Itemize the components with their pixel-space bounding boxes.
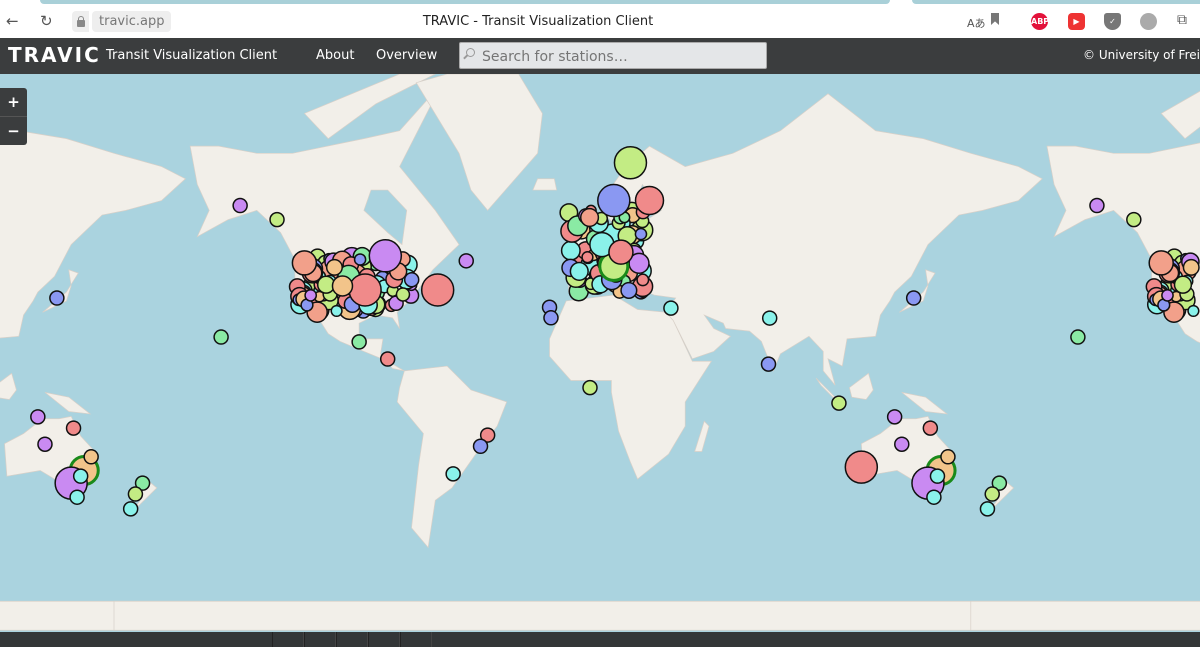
station-search-input[interactable]: [459, 42, 767, 69]
station-marker[interactable]: [127, 486, 144, 502]
station-marker[interactable]: [395, 287, 411, 302]
nav-about[interactable]: About: [316, 48, 354, 63]
station-marker[interactable]: [761, 310, 778, 326]
station-marker[interactable]: [458, 253, 474, 269]
zoom-control: + −: [0, 88, 27, 145]
station-marker[interactable]: [597, 183, 631, 218]
tab[interactable]: [912, 0, 1200, 4]
station-marker[interactable]: [83, 449, 99, 465]
station-marker[interactable]: [30, 409, 46, 425]
station-marker[interactable]: [232, 197, 248, 214]
active-tab[interactable]: [40, 0, 890, 4]
search-icon: [466, 48, 475, 57]
station-marker[interactable]: [368, 239, 403, 273]
station-marker[interactable]: [608, 239, 634, 265]
station-marker[interactable]: [905, 290, 922, 306]
browser-toolbar: ← ↻ travic.app TRAVIC - Transit Visualiz…: [0, 5, 1200, 38]
puzzle-icon[interactable]: ⧉: [1177, 12, 1187, 28]
station-marker[interactable]: [579, 207, 600, 228]
station-marker[interactable]: [760, 356, 777, 372]
station-marker[interactable]: [325, 258, 343, 276]
station-marker[interactable]: [65, 420, 82, 436]
station-marker[interactable]: [379, 351, 396, 367]
station-marker[interactable]: [581, 251, 594, 264]
station-marker[interactable]: [445, 466, 461, 482]
step-back-button[interactable]: [336, 632, 368, 647]
station-marker[interactable]: [979, 501, 996, 517]
world-map[interactable]: [0, 74, 1200, 632]
station-marker[interactable]: [304, 288, 318, 302]
station-marker[interactable]: [634, 227, 648, 241]
station-marker[interactable]: [634, 185, 665, 216]
playback-bar: [0, 632, 1200, 647]
globe-icon[interactable]: [1140, 13, 1157, 30]
play-button[interactable]: [368, 632, 400, 647]
station-marker[interactable]: [613, 145, 648, 180]
zoom-in-button[interactable]: +: [0, 88, 27, 117]
station-marker[interactable]: [122, 501, 139, 517]
translate-icon[interactable]: Aあ: [967, 15, 986, 31]
station-marker[interactable]: [620, 281, 638, 300]
station-marker[interactable]: [929, 468, 946, 484]
brand-logo[interactable]: TRAVIC: [8, 43, 101, 67]
station-marker[interactable]: [291, 250, 318, 276]
station-marker[interactable]: [940, 449, 956, 465]
station-marker[interactable]: [1126, 211, 1142, 228]
station-marker[interactable]: [1182, 258, 1200, 276]
station-marker[interactable]: [663, 300, 679, 316]
station-marker[interactable]: [72, 468, 89, 484]
zoom-out-button[interactable]: −: [0, 117, 27, 145]
station-marker[interactable]: [831, 395, 847, 411]
station-marker[interactable]: [269, 211, 285, 228]
station-marker[interactable]: [351, 334, 367, 350]
rewind-button[interactable]: [304, 632, 336, 647]
station-marker[interactable]: [886, 409, 903, 425]
station-marker[interactable]: [1148, 250, 1174, 276]
station-marker[interactable]: [49, 290, 65, 306]
station-marker[interactable]: [348, 273, 382, 307]
station-marker[interactable]: [922, 420, 939, 436]
page-title: TRAVIC - Transit Visualization Client: [422, 14, 654, 29]
station-marker[interactable]: [1173, 275, 1193, 294]
station-marker[interactable]: [560, 240, 581, 261]
station-marker[interactable]: [213, 329, 229, 345]
station-marker[interactable]: [420, 273, 455, 307]
station-marker[interactable]: [472, 438, 489, 455]
copyright[interactable]: © University of Freiburg: [1083, 48, 1200, 62]
station-marker[interactable]: [543, 310, 559, 326]
station-marker[interactable]: [926, 489, 942, 505]
station-marker[interactable]: [1070, 329, 1086, 345]
station-marker[interactable]: [636, 273, 650, 287]
brand-subtitle: Transit Visualization Client: [106, 48, 278, 63]
station-marker[interactable]: [1161, 288, 1174, 302]
station-marker[interactable]: [1187, 304, 1200, 318]
navbar: TRAVIC Transit Visualization Client Abou…: [0, 38, 1200, 74]
station-marker[interactable]: [353, 253, 367, 266]
station-marker[interactable]: [569, 261, 589, 281]
settings-button[interactable]: [272, 632, 304, 647]
station-marker[interactable]: [331, 275, 354, 297]
landmass: [970, 600, 1200, 631]
adblock-plus-icon[interactable]: ABP: [1031, 13, 1049, 30]
station-marker[interactable]: [984, 486, 1000, 502]
youtube-icon[interactable]: ▶: [1068, 13, 1085, 30]
station-marker[interactable]: [37, 436, 53, 452]
station-marker[interactable]: [844, 450, 879, 484]
landmass: [113, 600, 1067, 631]
station-marker[interactable]: [894, 436, 910, 452]
station-marker[interactable]: [403, 271, 420, 288]
nav-overview[interactable]: Overview: [376, 48, 437, 63]
station-marker[interactable]: [1089, 197, 1105, 214]
station-marker[interactable]: [582, 379, 598, 396]
step-forward-button[interactable]: [400, 632, 432, 647]
station-marker[interactable]: [69, 489, 85, 505]
shield-icon[interactable]: ✓: [1104, 13, 1121, 30]
